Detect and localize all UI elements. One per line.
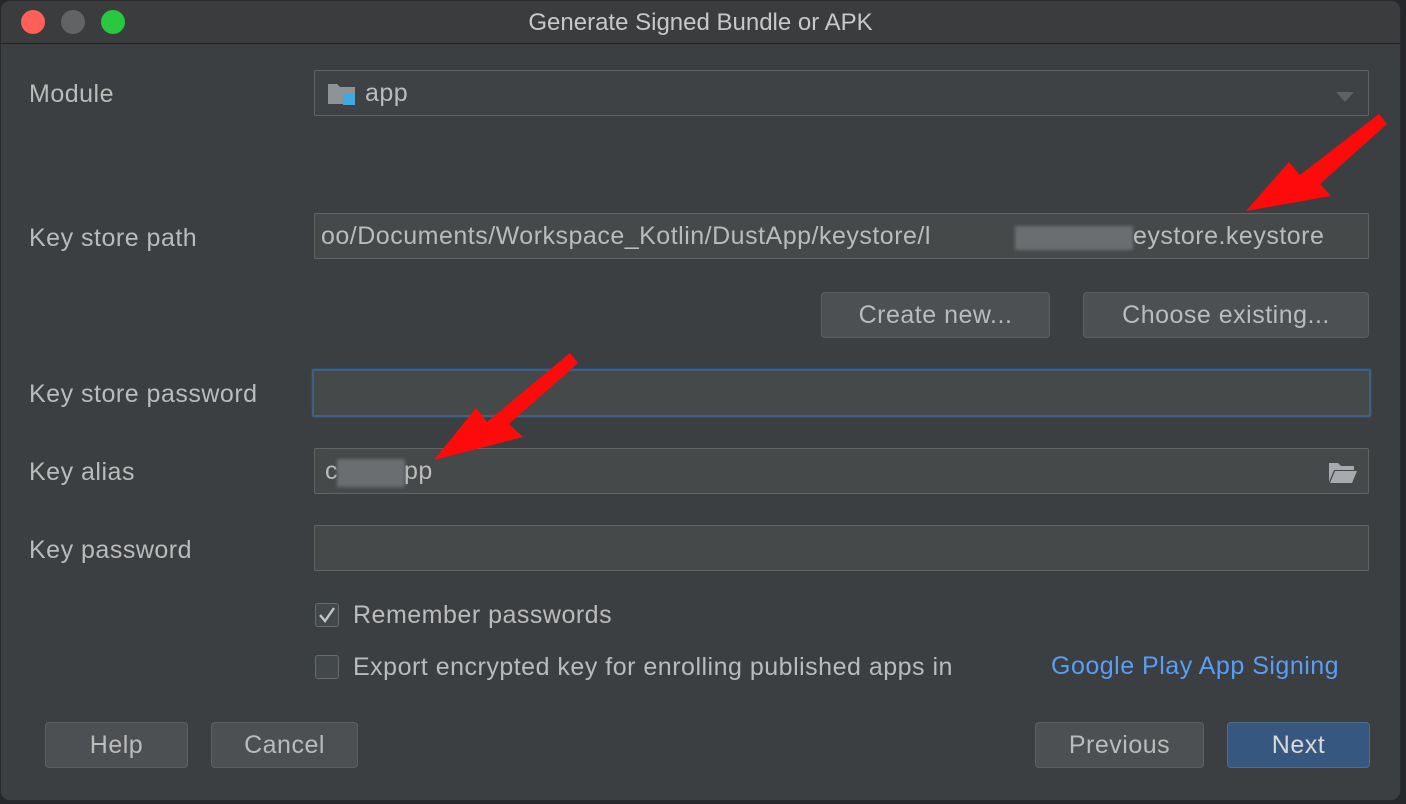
key-store-path-label: Key store path (29, 224, 198, 252)
key-alias-label: Key alias (29, 458, 135, 486)
create-new-button[interactable]: Create new... (821, 292, 1050, 338)
choose-existing-button[interactable]: Choose existing... (1083, 292, 1369, 338)
title-bar: Generate Signed Bundle or APK (1, 1, 1400, 44)
redacted-text (337, 459, 405, 487)
key-alias-field[interactable]: c pp (314, 448, 1369, 494)
remember-passwords-label[interactable]: Remember passwords (353, 601, 612, 630)
redacted-text (1015, 226, 1133, 250)
key-store-path-field[interactable]: oo/Documents/Workspace_Kotlin/DustApp/ke… (314, 213, 1369, 259)
help-button[interactable]: Help (45, 722, 188, 768)
previous-button[interactable]: Previous (1035, 722, 1204, 768)
next-button[interactable]: Next (1227, 722, 1370, 768)
key-password-label: Key password (29, 536, 193, 564)
google-play-app-signing-link[interactable]: Google Play App Signing (1051, 652, 1339, 681)
chevron-down-icon (1336, 89, 1354, 107)
module-label: Module (29, 80, 114, 108)
module-value: app (365, 79, 409, 107)
export-key-label[interactable]: Export encrypted key for enrolling publi… (353, 653, 953, 682)
window-title: Generate Signed Bundle or APK (528, 9, 873, 36)
key-store-password-label: Key store password (29, 380, 258, 408)
signed-apk-dialog: Generate Signed Bundle or APK Module app… (0, 0, 1401, 801)
key-store-password-field[interactable] (312, 369, 1371, 417)
cancel-button[interactable]: Cancel (211, 722, 358, 768)
folder-open-icon[interactable] (1328, 460, 1358, 489)
remember-passwords-checkbox[interactable] (315, 603, 339, 627)
key-store-path-prefix: oo/Documents/Workspace_Kotlin/DustApp/ke… (321, 222, 931, 250)
module-select[interactable]: app (314, 70, 1369, 116)
key-password-field[interactable] (314, 525, 1369, 571)
checkmark-icon (319, 607, 335, 623)
key-store-path-suffix: eystore.keystore (1133, 222, 1325, 250)
export-key-checkbox[interactable] (315, 655, 339, 679)
module-folder-icon (327, 81, 357, 107)
key-alias-suffix: pp (404, 457, 433, 485)
